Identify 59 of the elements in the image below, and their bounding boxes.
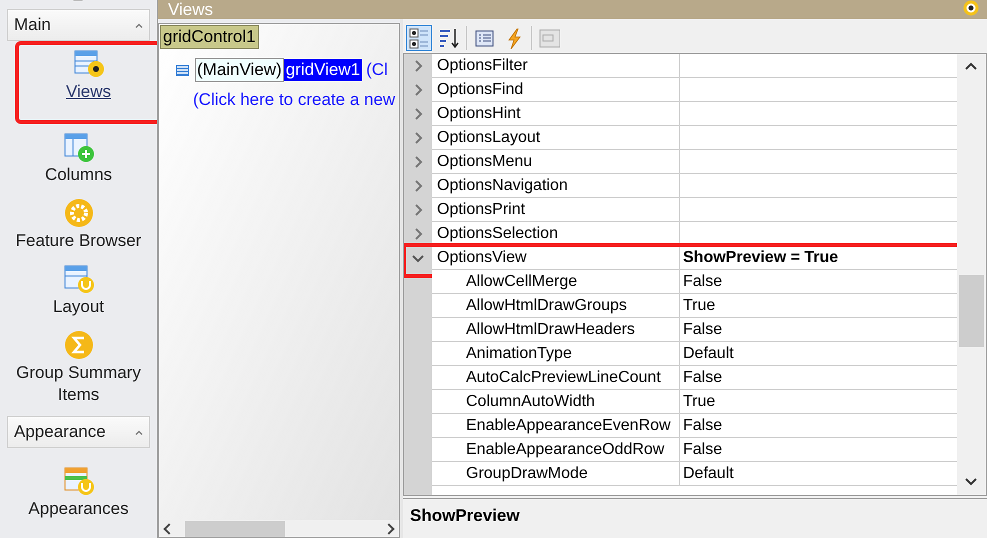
eye-icon (963, 0, 979, 16)
property-name[interactable]: OptionsPrint (432, 198, 680, 222)
caret-icon (135, 22, 143, 28)
toolbar-button[interactable] (406, 25, 432, 51)
scroll-down-icon[interactable] (965, 478, 977, 486)
property-name[interactable]: OptionsHint (432, 102, 680, 126)
property-name[interactable]: OptionsMenu (432, 150, 680, 174)
property-name[interactable]: OptionsLayout (432, 126, 680, 150)
sidebar-item-label: Appearances (28, 498, 129, 520)
property-name[interactable]: ColumnAutoWidth (432, 390, 680, 414)
description-title: ShowPreview (410, 506, 521, 526)
property-name[interactable]: AutoCalcPreviewLineCount (432, 366, 680, 390)
grid-view-icon (176, 64, 189, 76)
property-name[interactable]: OptionsFilter (432, 54, 680, 78)
property-pages-icon (538, 27, 560, 49)
view-link[interactable]: (Cl (366, 59, 388, 81)
property-name[interactable]: AnimationType (432, 342, 680, 366)
property-name[interactable]: AllowHtmlDrawHeaders (432, 318, 680, 342)
vertical-scrollbar[interactable] (957, 54, 986, 495)
group-header-label: Main (14, 14, 51, 36)
scrollbar-thumb[interactable] (185, 521, 285, 537)
categorized-icon (408, 27, 430, 49)
grid-wrench-icon (64, 466, 94, 496)
sidebar-item[interactable]: Feature Browser (7, 188, 150, 254)
scroll-up-icon[interactable] (965, 62, 977, 70)
grid-wrench-icon (64, 264, 94, 294)
sidebar-item[interactable]: Group Summary Items (7, 320, 150, 408)
sidebar-item-label: Views (66, 81, 112, 103)
sidebar-item-label: Layout (52, 296, 104, 318)
property-name[interactable]: EnableAppearanceOddRow (432, 438, 680, 462)
sidebar-item[interactable]: Layout (7, 254, 150, 320)
grid-plus-icon (64, 132, 94, 162)
tree-root-node[interactable]: gridControl1 (160, 25, 259, 49)
sidebar-item-label: Group Summary Items (15, 362, 142, 406)
grid-eye-icon (74, 49, 104, 79)
caret-icon (135, 430, 143, 434)
sort-icon (438, 27, 460, 49)
sidebar-item-label: Columns (44, 164, 112, 186)
property-name[interactable]: OptionsNavigation (432, 174, 680, 198)
gear-icon (64, 198, 94, 228)
group-header[interactable]: Appearance (7, 416, 150, 448)
group-header[interactable]: Main (7, 9, 150, 41)
property-name[interactable]: GroupDrawMode (432, 462, 680, 486)
property-name[interactable]: OptionsFind (432, 78, 680, 102)
sidebar-item[interactable]: Views (17, 43, 157, 122)
property-name[interactable]: OptionsView (432, 246, 680, 270)
window-title: Views (168, 0, 214, 19)
sigma-icon (64, 330, 94, 360)
view-tag: (MainView) (195, 58, 284, 82)
group-header-label: Appearance (14, 421, 106, 444)
property-name[interactable]: AllowCellMerge (432, 270, 680, 294)
sidebar-item-label: Feature Browser (16, 230, 142, 252)
view-name[interactable]: gridView1 (284, 59, 362, 81)
create-view-link[interactable]: (Click here to create a new (193, 89, 396, 111)
scrollbar-thumb[interactable] (959, 275, 984, 347)
property-name[interactable]: EnableAppearanceEvenRow (432, 414, 680, 438)
property-name[interactable]: AllowHtmlDrawGroups (432, 294, 680, 318)
sidebar-item[interactable]: Appearances (7, 456, 150, 522)
sidebar-item[interactable]: Columns (7, 122, 150, 188)
